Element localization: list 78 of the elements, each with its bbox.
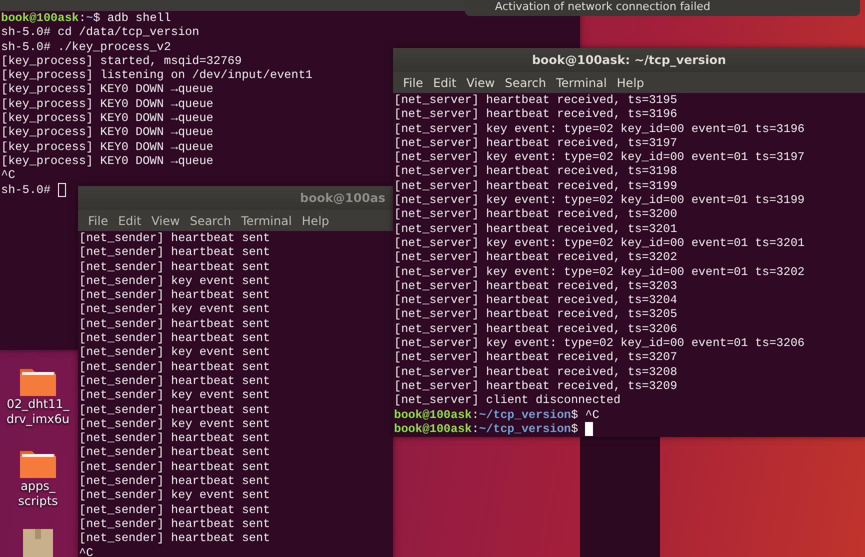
package-icon[interactable] <box>22 528 54 557</box>
terminal-line: [net_server] heartbeat received, ts=3202 <box>394 250 678 265</box>
notification-text: Activation of network connection failed <box>465 0 860 16</box>
terminal-line: [net_sender] heartbeat sent <box>79 516 270 532</box>
menu-item[interactable]: Help <box>612 74 650 92</box>
terminal-line: [net_sender] key event sent <box>79 302 270 317</box>
terminal-line: [net_server] key event: type=02 key_id=00 event=01 ts=3206 <box>394 336 805 350</box>
menu-item[interactable]: Help <box>296 212 334 230</box>
terminal-line: [net_server] heartbeat received, ts=3199 <box>394 178 678 194</box>
menu-item[interactable]: View <box>461 74 500 92</box>
terminal-line: sh-5.0# <box>1 182 52 197</box>
terminal-line: [net_server] key event: type=02 key_id=00 event=01 ts=3197 <box>394 150 805 164</box>
terminal-line: [net_server] heartbeat received, ts=3204 <box>394 293 678 308</box>
menu-item[interactable]: Search <box>184 212 236 230</box>
terminal-line: [net_sender] heartbeat sent <box>79 331 270 346</box>
menu-item[interactable]: Terminal <box>236 212 297 230</box>
terminal-line: [net_sender] key event sent <box>79 388 270 403</box>
menu-item[interactable]: Search <box>500 74 552 92</box>
terminal-line: [net_server] heartbeat received, ts=3197 <box>394 136 678 150</box>
terminal-line: [net_sender] heartbeat sent <box>79 245 270 260</box>
terminal-line: [net_server] heartbeat received, ts=3203 <box>394 278 678 294</box>
terminal-line: [net_sender] heartbeat sent <box>79 231 270 246</box>
terminal-line: [net_server] key event: type=02 key_id=00 event=01 ts=3201 <box>394 236 805 250</box>
terminal-line: book@100ask:~/tcp_version$ ^C <box>394 408 600 422</box>
terminal-line: book@100ask:~/tcp_version$ <box>394 422 580 436</box>
terminal-line: [key_process] started, msqid=32769 <box>1 54 242 68</box>
menu-item[interactable]: Terminal <box>551 74 612 92</box>
terminal-line: sh-5.0# cd /data/tcp_version <box>1 25 200 40</box>
terminal-line: [net_sender] heartbeat sent <box>79 474 270 488</box>
terminal-line: [net_sender] heartbeat sent <box>79 402 270 417</box>
terminal-line: [net_server] heartbeat received, ts=3201 <box>394 222 678 236</box>
terminal-line: [net_server] heartbeat received, ts=3209 <box>394 378 678 394</box>
terminal-line: [net_sender] heartbeat sent <box>79 288 270 302</box>
terminal-line: [net_sender] heartbeat sent <box>79 260 270 274</box>
terminal-line: [net_sender] heartbeat sent <box>79 502 270 517</box>
terminal-line: [net_server] heartbeat received, ts=3206 <box>394 322 678 336</box>
terminal-line: [net_sender] heartbeat sent <box>79 431 270 446</box>
terminal-line: [net_server] key event: type=02 key_id=00 event=01 ts=3202 <box>394 264 805 279</box>
terminal-line: [net_sender] heartbeat sent <box>79 360 270 374</box>
terminal-line: [key_process] KEY0 DOWN →queue <box>1 125 214 140</box>
terminal-line: [key_process] KEY0 DOWN →queue <box>1 111 214 126</box>
terminal-line: [net_sender] heartbeat sent <box>79 531 270 546</box>
menu-item[interactable]: View <box>146 212 185 230</box>
terminal-line: [net_sender] key event sent <box>79 345 270 360</box>
terminal-line: [key_process] listening on /dev/input/event1 <box>1 68 312 82</box>
terminal-line: [key_process] KEY0 DOWN →queue <box>1 96 214 112</box>
terminal-line: [net_server] heartbeat received, ts=3195 <box>394 93 678 108</box>
terminal-line: ^C <box>1 168 16 183</box>
terminal-line: ^C <box>79 546 94 557</box>
window-title: book@100ask: ~/tcp_version <box>532 52 726 69</box>
terminal-line: [net_server] heartbeat received, ts=3205 <box>394 307 678 322</box>
terminal-line: [net_server] heartbeat received, ts=3200 <box>394 207 678 222</box>
menu-item[interactable]: Edit <box>428 74 462 92</box>
menu-item[interactable]: Edit <box>113 212 146 230</box>
terminal-line: [net_sender] heartbeat sent <box>79 445 270 460</box>
terminal-line: [net_sender] key event sent <box>79 488 270 503</box>
terminal-line: [net_sender] heartbeat sent <box>79 374 270 388</box>
terminal-line: sh-5.0# ./key_process_v2 <box>1 40 171 54</box>
menu-item[interactable]: File <box>83 212 114 230</box>
terminal-line: book@100ask:~$ adb shell <box>1 11 171 26</box>
terminal-line: [net_server] heartbeat received, ts=3198 <box>394 164 678 179</box>
desktop-icon-label[interactable]: apps_ scripts <box>3 479 73 509</box>
terminal-line: [net_server] heartbeat received, ts=3207 <box>394 350 678 365</box>
terminal-line: [key_process] KEY0 DOWN →queue <box>1 154 214 168</box>
terminal-line: [net_server] key event: type=02 key_id=00 event=01 ts=3199 <box>394 193 805 208</box>
desktop-icon-label[interactable]: 02_dht11_ drv_imx6u <box>3 397 73 427</box>
terminal-line: [net_sender] key event sent <box>79 416 270 432</box>
terminal-line: [key_process] KEY0 DOWN →queue <box>1 82 214 97</box>
window-title: book@100as <box>300 190 386 207</box>
terminal-line: [net_sender] heartbeat sent <box>79 316 270 332</box>
terminal-line: [net_server] key event: type=02 key_id=00 event=01 ts=3196 <box>394 122 805 136</box>
terminal-line: [net_server] heartbeat received, ts=3208 <box>394 364 678 379</box>
terminal-line: [key_process] KEY0 DOWN →queue <box>1 140 214 154</box>
menu-item[interactable]: File <box>398 74 428 92</box>
terminal-line: [net_server] heartbeat received, ts=3196 <box>394 107 678 122</box>
terminal-line: [net_server] client disconnected <box>394 393 621 408</box>
terminal-line: [net_sender] key event sent <box>79 274 270 288</box>
terminal-line: [net_sender] heartbeat sent <box>79 460 270 474</box>
